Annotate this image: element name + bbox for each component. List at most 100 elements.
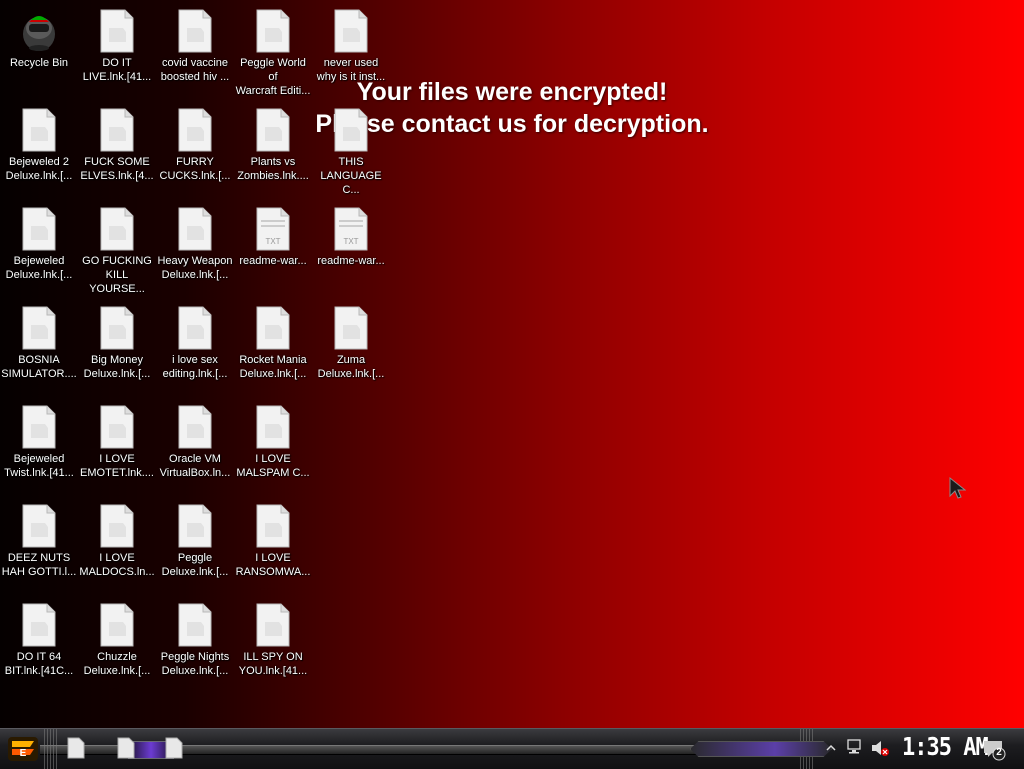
desktop-icon-label: covid vaccine boosted hiv ... [160,57,230,83]
desktop-icon[interactable]: DO IT 64 BIT.lnk.[41C... [0,594,78,686]
desktop-icon-label: GO FUCKING KILL YOURSE... [82,255,152,295]
desktop-icon-label: I LOVE RANSOMWA... [235,552,311,578]
desktop-icon[interactable]: I LOVE MALDOCS.ln... [78,495,156,587]
desktop: Your files were encrypted! Please contac… [0,0,1024,728]
desktop-icon[interactable]: never used why is it inst... [312,0,390,92]
desktop-icon-label: Bejeweled 2 Deluxe.lnk.[... [5,156,73,182]
taskbar-accent-bar [690,741,832,757]
desktop-icon[interactable]: Bejeweled Deluxe.lnk.[... [0,198,78,290]
desktop-icon-label: BOSNIA SIMULATOR.... [1,354,77,380]
desktop-icon-label: DEEZ NUTS HAH GOTTI.l... [1,552,77,578]
desktop-icon-label: Recycle Bin [9,57,69,69]
taskbar-app-icon[interactable] [66,737,86,759]
desktop-icon-label: readme-war... [239,255,307,267]
file-icon [333,305,369,351]
desktop-icon-label: THIS LANGUAGE C... [320,156,382,196]
taskbar-app-icon[interactable] [164,737,184,759]
desktop-icon[interactable]: Peggle Deluxe.lnk.[... [156,495,234,587]
desktop-icon-label: Bejeweled Twist.lnk.[41... [4,453,74,479]
desktop-icon[interactable]: BOSNIA SIMULATOR.... [0,297,78,389]
notification-count: 2 [996,747,1002,758]
desktop-icon-label: never used why is it inst... [316,57,386,83]
file-icon [255,503,291,549]
file-icon [333,8,369,54]
desktop-icon-label: Bejeweled Deluxe.lnk.[... [5,255,73,281]
desktop-icon-label: I LOVE MALSPAM C... [236,453,310,479]
desktop-icon[interactable]: I LOVE EMOTET.lnk.... [78,396,156,488]
file-icon [177,206,213,252]
recycle-bin-icon [21,8,57,54]
desktop-icon[interactable]: Bejeweled Twist.lnk.[41... [0,396,78,488]
desktop-icon[interactable]: Big Money Deluxe.lnk.[... [78,297,156,389]
file-icon [333,107,369,153]
desktop-icon[interactable]: THIS LANGUAGE C... [312,99,390,196]
svg-text:E: E [20,748,27,759]
desktop-icon[interactable]: GO FUCKING KILL YOURSE... [78,198,156,295]
taskbar-clock[interactable]: 1:35 AM [902,733,989,762]
file-icon [99,602,135,648]
desktop-icon-label: FUCK SOME ELVES.lnk.[4... [80,156,154,182]
desktop-icon[interactable]: FURRY CUCKS.lnk.[... [156,99,234,191]
file-icon [21,503,57,549]
desktop-icon-label: FURRY CUCKS.lnk.[... [159,156,231,182]
show-hidden-icons-chevron-icon[interactable] [826,743,836,753]
desktop-icon-label: Chuzzle Deluxe.lnk.[... [83,651,151,677]
desktop-icon[interactable]: Plants vs Zombies.lnk.... [234,99,312,191]
start-orb-icon[interactable]: E [6,733,40,765]
desktop-icon-label: Zuma Deluxe.lnk.[... [317,354,385,380]
desktop-icon-label: Oracle VM VirtualBox.ln... [159,453,231,479]
svg-text:TXT: TXT [343,237,358,246]
file-icon [177,107,213,153]
file-icon [21,602,57,648]
desktop-icon-label: i love sex editing.lnk.[... [162,354,228,380]
desktop-icon[interactable]: DO IT LIVE.lnk.[41... [78,0,156,92]
desktop-icon-label: DO IT LIVE.lnk.[41... [82,57,152,83]
desktop-icon[interactable]: covid vaccine boosted hiv ... [156,0,234,92]
file-icon [21,305,57,351]
desktop-icon-label: Peggle Deluxe.lnk.[... [161,552,229,578]
desktop-icon[interactable]: Peggle World of Warcraft Editi... [234,0,312,97]
desktop-icon[interactable]: Chuzzle Deluxe.lnk.[... [78,594,156,686]
desktop-icon[interactable]: Bejeweled 2 Deluxe.lnk.[... [0,99,78,191]
desktop-icon[interactable]: i love sex editing.lnk.[... [156,297,234,389]
mouse-cursor-icon [949,476,966,499]
file-icon [177,503,213,549]
desktop-icon-label: Plants vs Zombies.lnk.... [237,156,309,182]
desktop-icon[interactable]: TXT readme-war... [234,198,312,290]
desktop-icon[interactable]: I LOVE MALSPAM C... [234,396,312,488]
taskbar-app-icon[interactable] [116,737,136,759]
desktop-icon-label: Peggle World of Warcraft Editi... [235,57,311,97]
file-icon [255,8,291,54]
file-icon [99,305,135,351]
desktop-icon[interactable]: Zuma Deluxe.lnk.[... [312,297,390,389]
network-icon[interactable] [846,739,864,755]
desktop-icon[interactable]: I LOVE RANSOMWA... [234,495,312,587]
file-icon [21,206,57,252]
desktop-icon[interactable]: TXT readme-war... [312,198,390,290]
desktop-icon-label: I LOVE MALDOCS.ln... [79,552,155,578]
text-file-icon: TXT [333,206,369,252]
desktop-icon[interactable]: FUCK SOME ELVES.lnk.[4... [78,99,156,191]
taskbar-grip [44,729,58,769]
file-icon [255,404,291,450]
file-icon [177,602,213,648]
desktop-icon[interactable]: Rocket Mania Deluxe.lnk.[... [234,297,312,389]
file-icon [177,404,213,450]
desktop-icon[interactable]: Peggle Nights Deluxe.lnk.[... [156,594,234,686]
desktop-icon[interactable]: Recycle Bin [0,0,78,92]
taskbar: E 1:35 AM 2 [0,728,1024,769]
desktop-icon[interactable]: DEEZ NUTS HAH GOTTI.l... [0,495,78,587]
desktop-icon-label: readme-war... [317,255,385,267]
desktop-icon-label: Heavy Weapon Deluxe.lnk.[... [157,255,233,281]
desktop-icon[interactable]: Heavy Weapon Deluxe.lnk.[... [156,198,234,290]
volume-muted-icon[interactable] [870,739,890,757]
file-icon [99,206,135,252]
file-icon [177,8,213,54]
desktop-icon[interactable]: ILL SPY ON YOU.lnk.[41... [234,594,312,686]
file-icon [177,305,213,351]
action-center-icon[interactable]: 2 [982,739,1006,761]
desktop-icon[interactable]: Oracle VM VirtualBox.ln... [156,396,234,488]
desktop-icon-label: I LOVE EMOTET.lnk.... [80,453,154,479]
file-icon [99,8,135,54]
file-icon [255,305,291,351]
